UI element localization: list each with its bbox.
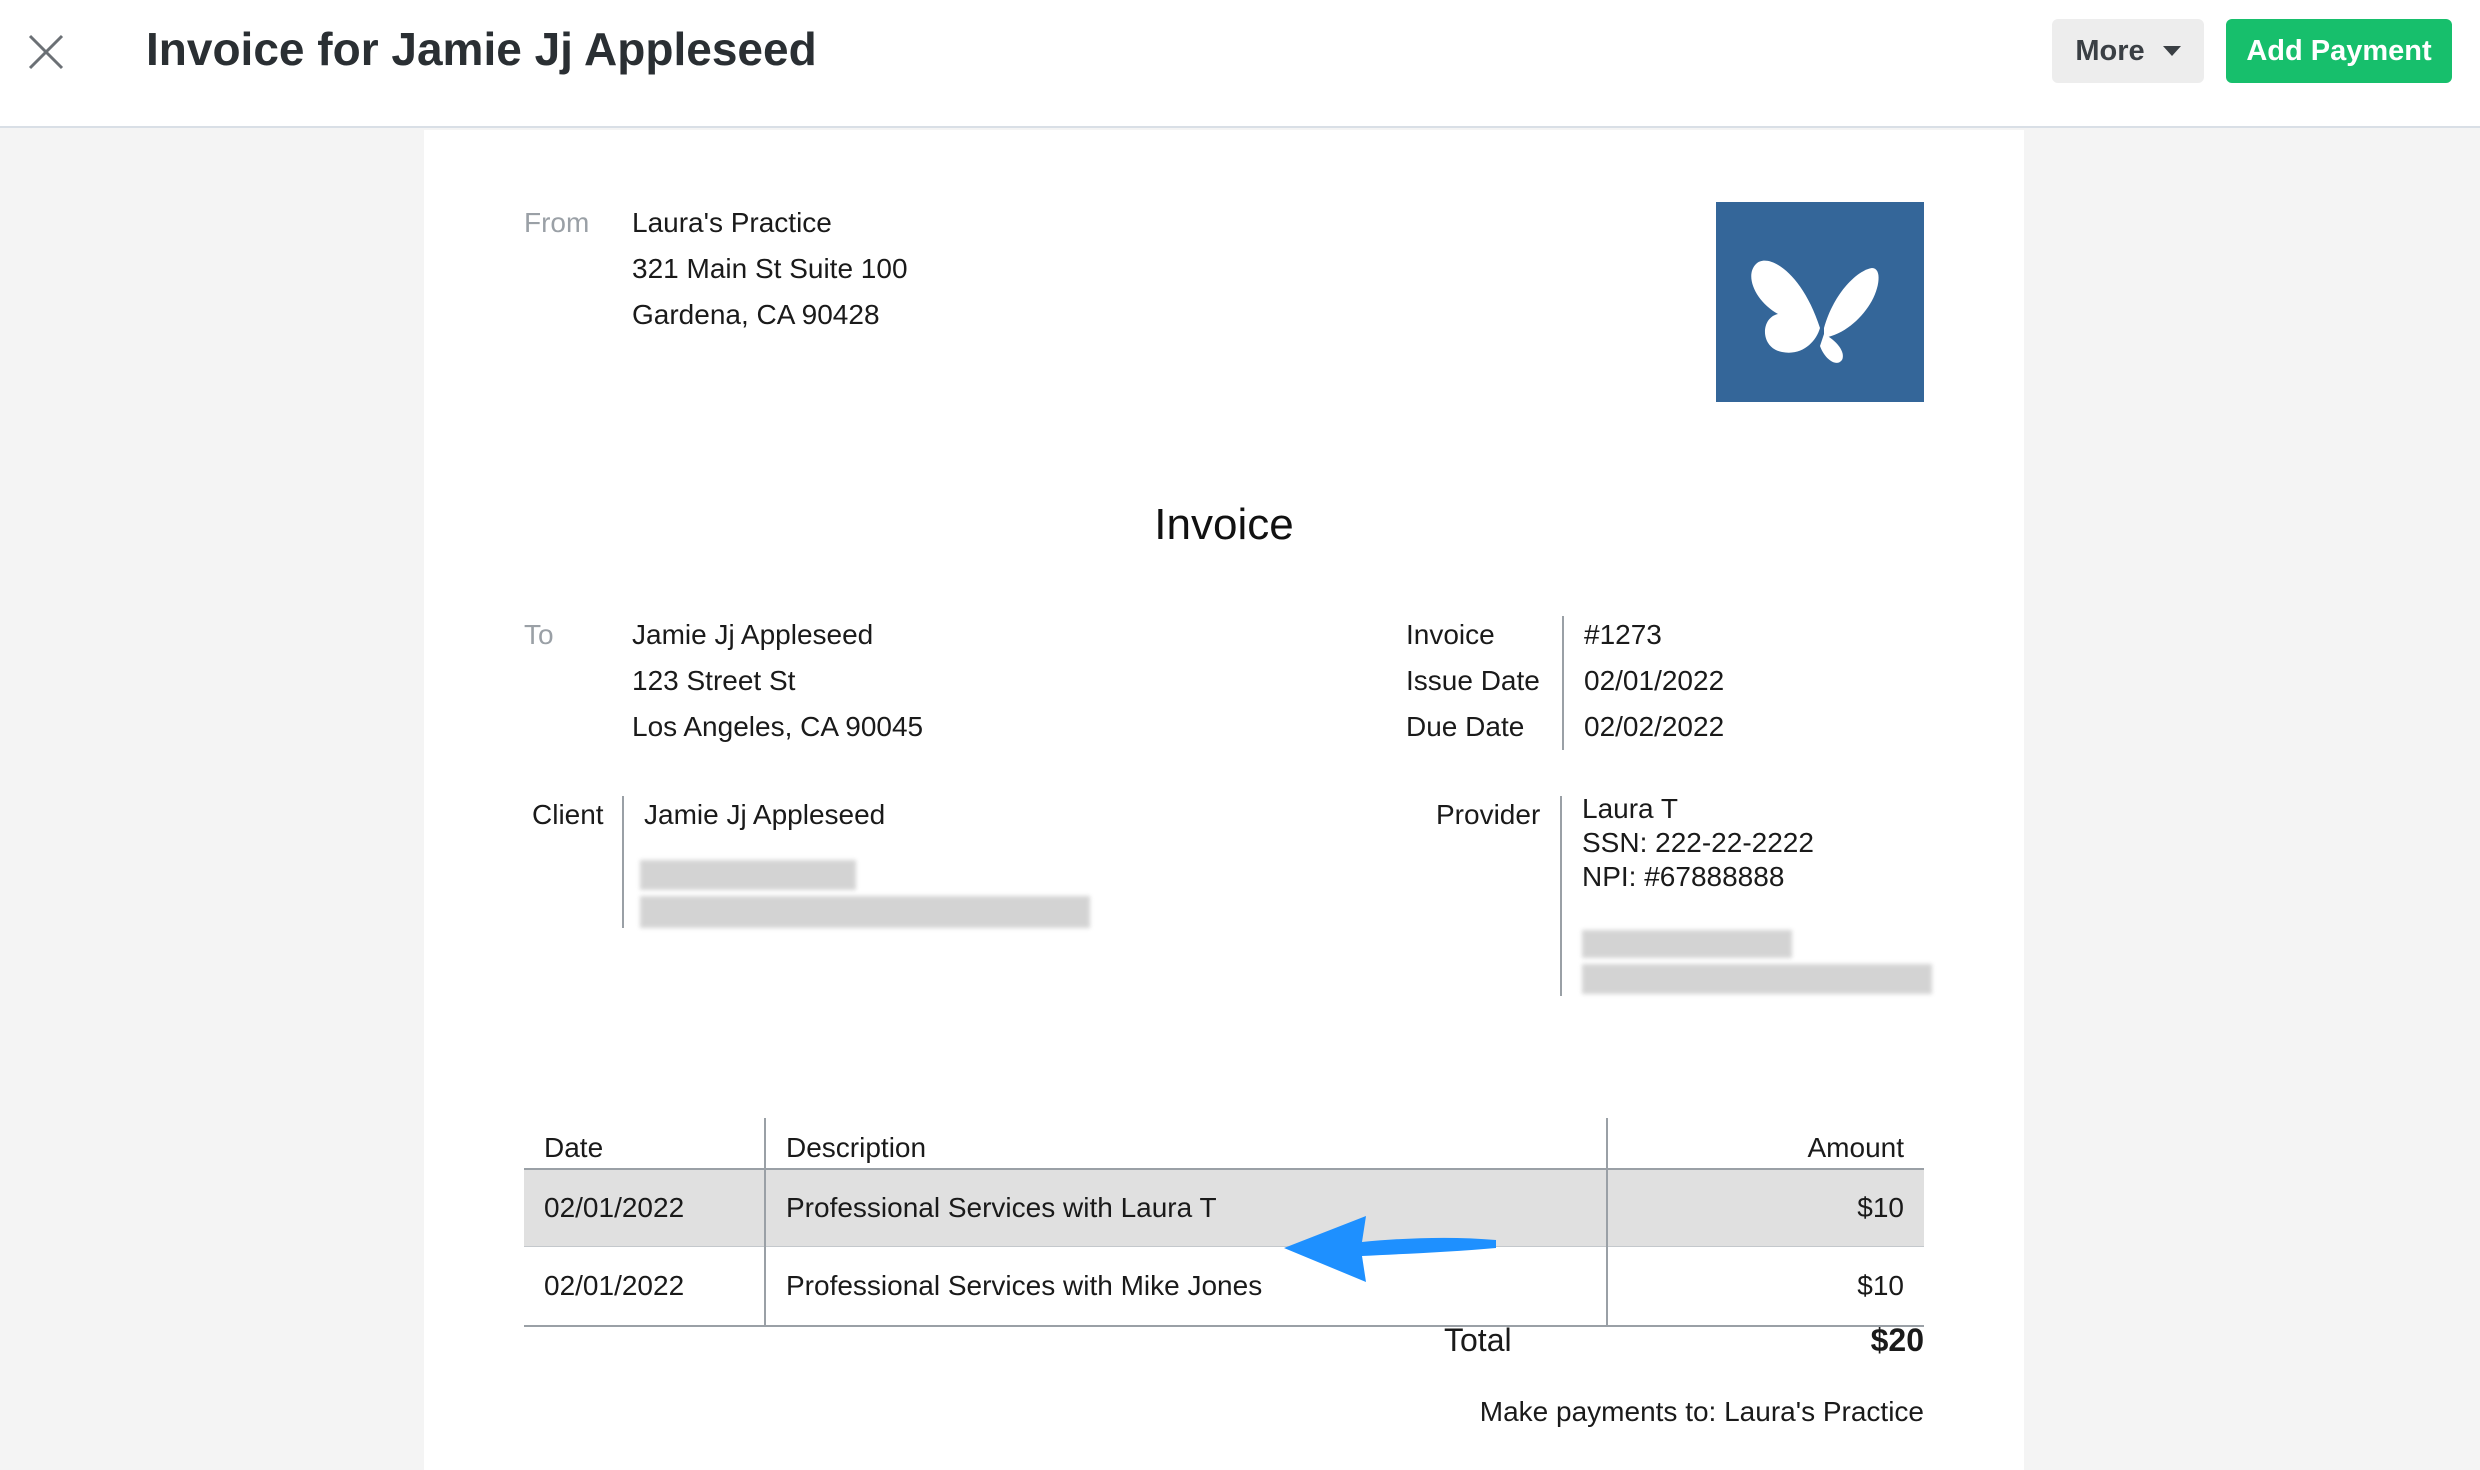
from-city-line: Gardena, CA 90428 bbox=[632, 299, 880, 330]
column-header-description: Description bbox=[786, 1132, 927, 1163]
due-date-value: 02/02/2022 bbox=[1584, 711, 1725, 742]
from-practice-name: Laura's Practice bbox=[632, 207, 832, 238]
provider-label: Provider bbox=[1436, 799, 1541, 830]
redacted-client-info bbox=[640, 896, 1090, 928]
practice-logo bbox=[1716, 202, 1924, 402]
provider-npi: NPI: #67888888 bbox=[1582, 861, 1785, 892]
table-row: 02/01/2022 Professional Services with La… bbox=[524, 1170, 1924, 1246]
close-icon[interactable] bbox=[24, 30, 68, 74]
invoice-heading: Invoice bbox=[1154, 500, 1294, 549]
total-value: $20 bbox=[1870, 1322, 1924, 1358]
annotation-arrow-icon bbox=[1282, 1202, 1502, 1292]
issue-date-value: 02/01/2022 bbox=[1584, 665, 1725, 696]
redacted-provider-info bbox=[1582, 964, 1932, 994]
butterfly-icon bbox=[1751, 260, 1879, 363]
chevron-down-icon bbox=[2162, 46, 2181, 56]
column-header-amount: Amount bbox=[1807, 1132, 1905, 1163]
payment-instructions: Make payments to: Laura's Practice bbox=[1479, 1396, 1924, 1427]
to-name: Jamie Jj Appleseed bbox=[632, 619, 874, 650]
row-description: Professional Services with Mike Jones bbox=[786, 1270, 1263, 1301]
more-dropdown-button[interactable]: More bbox=[2052, 19, 2204, 83]
provider-divider bbox=[1560, 796, 1562, 996]
to-label: To bbox=[524, 619, 554, 650]
more-button-label: More bbox=[2075, 34, 2145, 67]
to-city: Los Angeles, CA 90045 bbox=[632, 711, 924, 742]
due-date-label: Due Date bbox=[1406, 711, 1525, 742]
client-divider bbox=[622, 796, 624, 928]
client-name: Jamie Jj Appleseed bbox=[644, 799, 886, 830]
row-amount: $10 bbox=[1857, 1192, 1904, 1223]
redacted-client-info bbox=[640, 860, 856, 890]
provider-ssn: SSN: 222-22-2222 bbox=[1582, 827, 1814, 858]
invoice-number-value: #1273 bbox=[1584, 619, 1662, 650]
invoice-number-label: Invoice bbox=[1406, 619, 1495, 650]
column-separator bbox=[764, 1118, 766, 1326]
table-row: 02/01/2022 Professional Services with Mi… bbox=[524, 1247, 1924, 1325]
table-bottom-border bbox=[524, 1325, 1924, 1327]
row-date: 02/01/2022 bbox=[544, 1270, 685, 1301]
from-label: From bbox=[524, 207, 590, 238]
row-date: 02/01/2022 bbox=[544, 1192, 685, 1223]
client-label: Client bbox=[532, 799, 604, 830]
provider-name: Laura T bbox=[1582, 793, 1678, 824]
redacted-provider-info bbox=[1582, 930, 1792, 958]
column-header-date: Date bbox=[544, 1132, 604, 1163]
page-title: Invoice for Jamie Jj Appleseed bbox=[146, 23, 817, 75]
column-separator bbox=[1606, 1118, 1608, 1326]
add-payment-button[interactable]: Add Payment bbox=[2226, 19, 2452, 83]
row-description: Professional Services with Laura T bbox=[786, 1192, 1217, 1223]
header-bar: Invoice for Jamie Jj Appleseed More Add … bbox=[0, 0, 2480, 128]
to-street: 123 Street St bbox=[632, 665, 796, 696]
from-address-line: 321 Main St Suite 100 bbox=[632, 253, 908, 284]
table-header-row: Date Description Amount bbox=[524, 1086, 1924, 1168]
meta-divider bbox=[1562, 616, 1564, 750]
invoice-document: From Laura's Practice 321 Main St Suite … bbox=[424, 130, 2024, 1470]
total-label: Total bbox=[1444, 1322, 1512, 1358]
row-amount: $10 bbox=[1857, 1270, 1904, 1301]
issue-date-label: Issue Date bbox=[1406, 665, 1540, 696]
